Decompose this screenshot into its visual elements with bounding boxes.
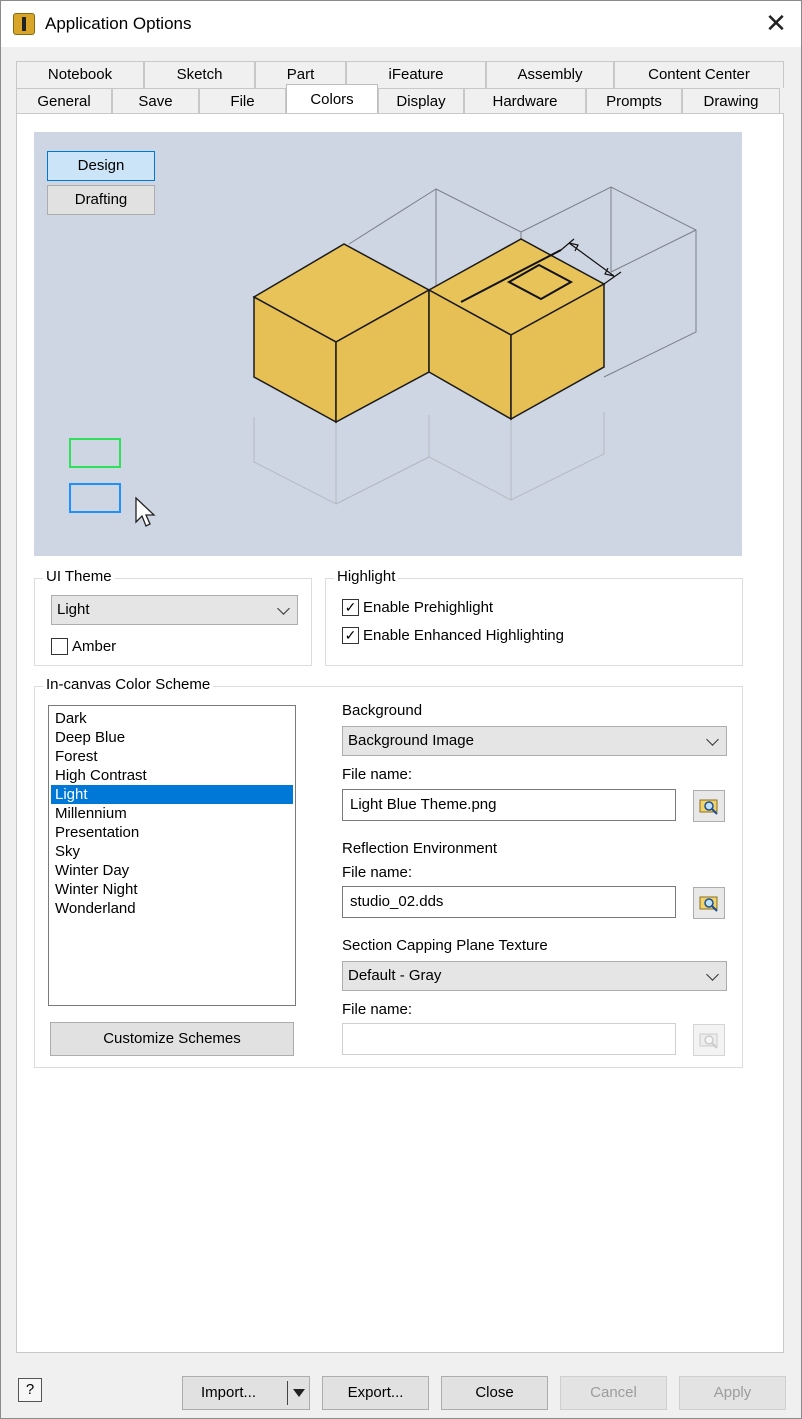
- application-options-window: Application Options ✕ Notebook Sketch Pa…: [0, 0, 802, 1419]
- list-item[interactable]: Deep Blue: [51, 728, 293, 747]
- list-item[interactable]: High Contrast: [51, 766, 293, 785]
- list-item[interactable]: Millennium: [51, 804, 293, 823]
- cancel-button: Cancel: [560, 1376, 667, 1410]
- dropdown-arrow-icon[interactable]: [293, 1389, 305, 1397]
- list-item[interactable]: Wonderland: [51, 899, 293, 918]
- background-label: Background: [342, 702, 423, 719]
- list-item-selected[interactable]: Light: [51, 785, 293, 804]
- amber-checkbox-box[interactable]: [51, 638, 68, 655]
- ui-theme-select[interactable]: Light: [51, 595, 298, 625]
- enhanced-highlighting-checkbox[interactable]: ✓ Enable Enhanced Highlighting: [342, 627, 564, 644]
- enhanced-highlighting-check-icon[interactable]: ✓: [342, 627, 359, 644]
- prehighlight-checkbox[interactable]: ✓ Enable Prehighlight: [342, 599, 493, 616]
- list-item[interactable]: Presentation: [51, 823, 293, 842]
- enhanced-highlighting-label: Enable Enhanced Highlighting: [363, 627, 564, 644]
- tab-colors[interactable]: Colors: [286, 84, 378, 115]
- export-button[interactable]: Export...: [322, 1376, 429, 1410]
- list-item[interactable]: Dark: [51, 709, 293, 728]
- prehighlight-check-icon[interactable]: ✓: [342, 599, 359, 616]
- tab-save[interactable]: Save: [112, 88, 199, 115]
- prehighlight-swatch: [69, 438, 121, 468]
- list-item[interactable]: Winter Day: [51, 861, 293, 880]
- prehighlight-label: Enable Prehighlight: [363, 599, 494, 616]
- import-button[interactable]: Import...: [182, 1376, 310, 1410]
- section-capping-label: Section Capping Plane Texture: [342, 937, 548, 954]
- cursor-icon: [135, 496, 156, 527]
- background-file-label: File name:: [342, 766, 413, 783]
- preview-model-drawing: [252, 186, 697, 505]
- list-item[interactable]: Forest: [51, 747, 293, 766]
- color-scheme-label: In-canvas Color Scheme: [43, 676, 214, 693]
- tab-sketch[interactable]: Sketch: [144, 61, 255, 88]
- tab-hardware[interactable]: Hardware: [464, 88, 586, 115]
- chevron-down-icon: [706, 733, 719, 746]
- import-label: Import...: [201, 1384, 257, 1401]
- tab-general[interactable]: General: [16, 88, 112, 115]
- apply-button: Apply: [679, 1376, 786, 1410]
- highlight-label: Highlight: [334, 568, 399, 585]
- background-file-field[interactable]: Light Blue Theme.png: [342, 789, 676, 821]
- help-icon[interactable]: ?: [18, 1378, 42, 1402]
- chevron-down-icon: [277, 602, 290, 615]
- section-capping-select[interactable]: Default - Gray: [342, 961, 727, 991]
- ui-theme-value: Light: [57, 601, 90, 618]
- background-value: Background Image: [348, 732, 474, 749]
- tab-row-bottom: General Save File Colors Display Hardwar…: [16, 84, 780, 115]
- amber-checkbox[interactable]: Amber: [51, 638, 116, 655]
- highlight-group: Highlight: [325, 568, 743, 666]
- tab-drawing[interactable]: Drawing: [682, 88, 780, 115]
- list-item[interactable]: Winter Night: [51, 880, 293, 899]
- background-select[interactable]: Background Image: [342, 726, 727, 756]
- tab-file[interactable]: File: [199, 88, 286, 115]
- section-capping-browse-button: [693, 1024, 725, 1056]
- background-browse-button[interactable]: [693, 790, 725, 822]
- color-preview-canvas: Design Drafting: [34, 132, 742, 556]
- highlight-swatch: [69, 483, 121, 513]
- amber-label: Amber: [72, 638, 117, 655]
- tab-row-top: Notebook Sketch Part iFeature Assembly C…: [16, 61, 784, 88]
- tab-assembly[interactable]: Assembly: [486, 61, 614, 88]
- tab-notebook[interactable]: Notebook: [16, 61, 144, 88]
- reflection-label: Reflection Environment: [342, 840, 498, 857]
- section-capping-file-field: [342, 1023, 676, 1055]
- chevron-down-icon: [706, 968, 719, 981]
- window-title: Application Options: [45, 14, 192, 33]
- reflection-file-label: File name:: [342, 864, 413, 881]
- list-item[interactable]: Sky: [51, 842, 293, 861]
- browse-folder-icon: [699, 799, 718, 815]
- customize-schemes-button[interactable]: Customize Schemes: [50, 1022, 294, 1056]
- reflection-browse-button[interactable]: [693, 887, 725, 919]
- close-button[interactable]: Close: [441, 1376, 548, 1410]
- title-bar: Application Options ✕: [1, 1, 801, 47]
- tab-prompts[interactable]: Prompts: [586, 88, 682, 115]
- color-scheme-list[interactable]: Dark Deep Blue Forest High Contrast Ligh…: [48, 705, 296, 1006]
- browse-folder-icon: [699, 896, 718, 912]
- section-capping-value: Default - Gray: [348, 967, 442, 984]
- browse-folder-icon: [699, 1033, 718, 1049]
- ui-theme-label: UI Theme: [43, 568, 115, 585]
- reflection-file-field[interactable]: studio_02.dds: [342, 886, 676, 918]
- split-divider: [287, 1381, 288, 1405]
- section-capping-file-label: File name:: [342, 1001, 413, 1018]
- tab-content-center[interactable]: Content Center: [614, 61, 784, 88]
- inventor-app-icon: [13, 13, 35, 35]
- tab-display[interactable]: Display: [378, 88, 464, 115]
- close-window-icon[interactable]: ✕: [761, 7, 791, 39]
